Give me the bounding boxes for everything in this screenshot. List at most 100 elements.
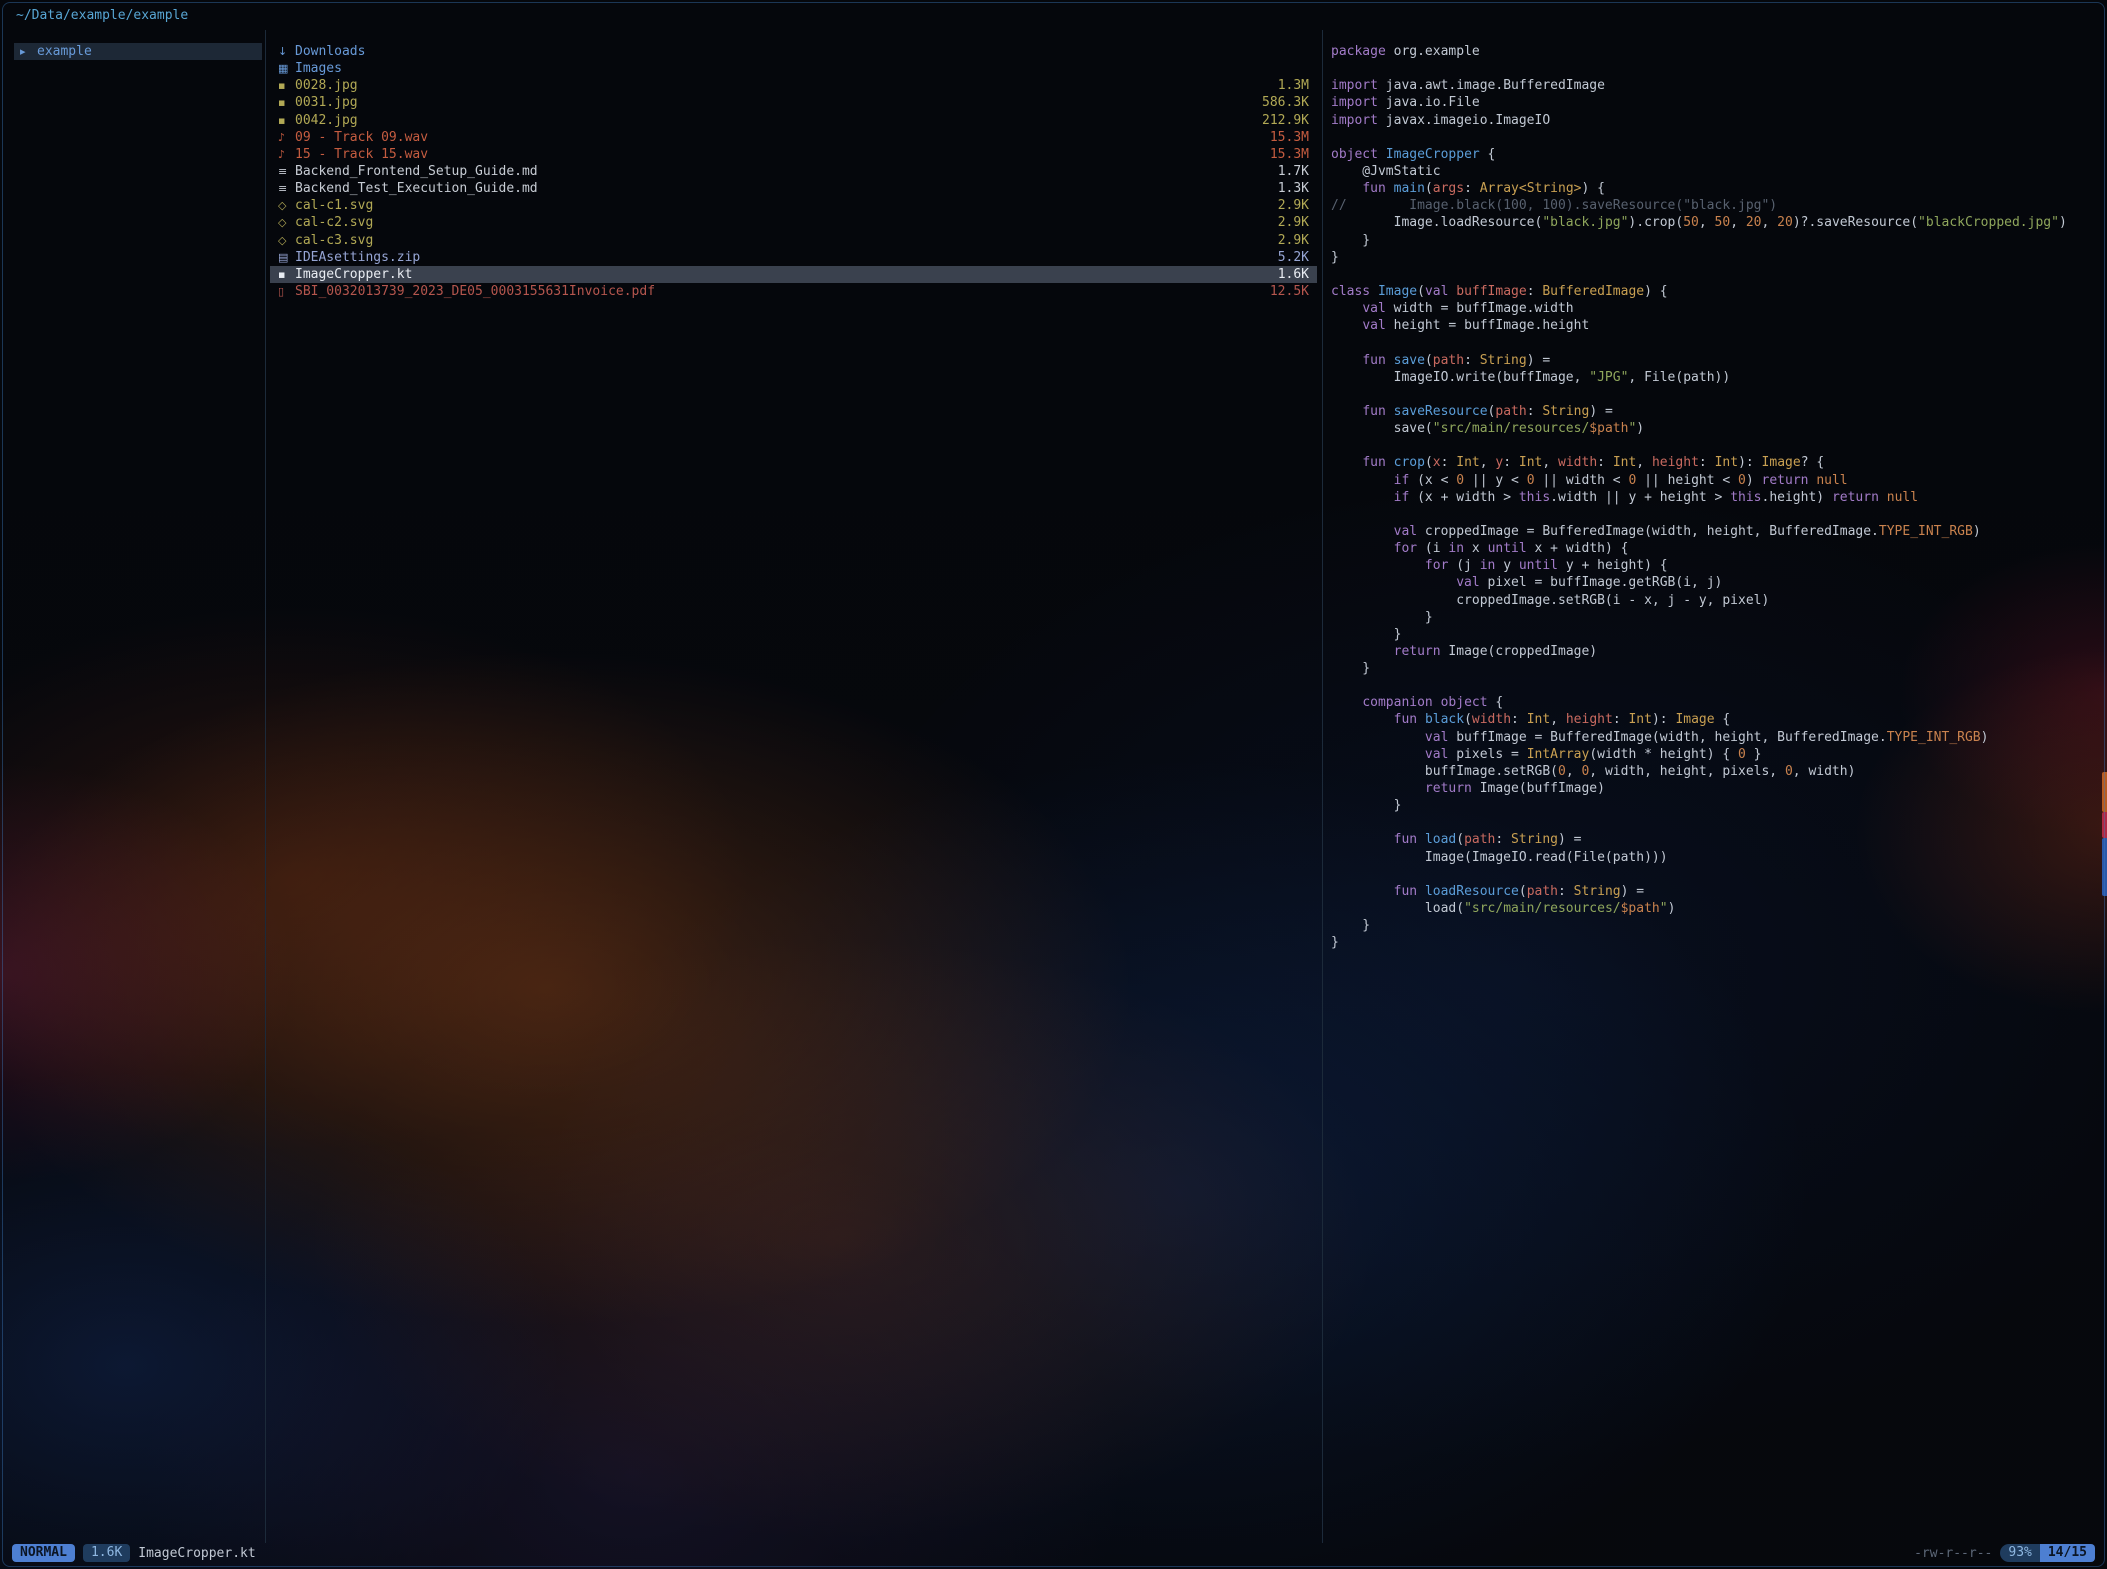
code-line: import java.io.File: [1331, 94, 2101, 111]
code-line: return Image(croppedImage): [1331, 643, 2101, 660]
file-row[interactable]: ▪0031.jpg 586.3K: [270, 94, 1317, 111]
file-list-pane: ↓Downloads▦Images▪0028.jpg1.3M▪0031.jpg5…: [270, 43, 1317, 300]
code-line: fun save(path: String) =: [1331, 352, 2101, 369]
file-size: 1.3M: [1278, 77, 1309, 94]
code-line: }: [1331, 660, 2101, 677]
file-row[interactable]: ◇cal-c3.svg2.9K: [270, 232, 1317, 249]
file-row[interactable]: ▤IDEAsettings.zip5.2K: [270, 249, 1317, 266]
file-row[interactable]: ▪0028.jpg1.3M: [270, 77, 1317, 94]
downloads-folder-icon: ↓: [278, 43, 295, 60]
cursor-position-badge: 14/15: [2040, 1544, 2095, 1562]
image-file-icon: ▪: [278, 112, 295, 129]
file-size: 1.3K: [1278, 180, 1309, 197]
parent-item-example[interactable]: ▸example: [14, 43, 262, 60]
file-name: Backend_Test_Execution_Guide.md: [295, 181, 538, 196]
audio-file-icon: ♪: [278, 146, 295, 163]
code-line: val height = buffImage.height: [1331, 317, 2101, 334]
code-line: class Image(val buffImage: BufferedImage…: [1331, 283, 2101, 300]
code-line: }: [1331, 934, 2101, 951]
parent-directory-pane: ▸example: [14, 43, 262, 60]
folder-icon: ▸: [20, 43, 37, 60]
file-size: 2.9K: [1278, 197, 1309, 214]
file-row[interactable]: ↓Downloads: [270, 43, 1317, 60]
kotlin-file-icon: ▪: [278, 266, 295, 283]
file-row[interactable]: ◇cal-c1.svg 2.9K: [270, 197, 1317, 214]
image-file-icon: ▪: [278, 94, 295, 111]
code-line: import javax.imageio.ImageIO: [1331, 112, 2101, 129]
file-name: IDEAsettings.zip: [295, 250, 420, 265]
markdown-file-icon: ≡: [278, 180, 295, 197]
file-row[interactable]: ≡Backend_Test_Execution_Guide.md 1.3K: [270, 180, 1317, 197]
code-line: }: [1331, 917, 2101, 934]
code-line: load("src/main/resources/$path"): [1331, 900, 2101, 917]
code-line: }: [1331, 249, 2101, 266]
status-filename: ImageCropper.kt: [138, 1546, 255, 1561]
code-line: Image(ImageIO.read(File(path))): [1331, 849, 2101, 866]
file-size-badge: 1.6K: [83, 1544, 130, 1562]
file-name: ImageCropper.kt: [295, 267, 412, 282]
code-line: fun saveResource(path: String) =: [1331, 403, 2101, 420]
file-row-selected[interactable]: ▪ImageCropper.kt 1.6K: [270, 266, 1317, 283]
code-line: [1331, 814, 2101, 831]
parent-item-label: example: [37, 44, 92, 59]
code-line: fun loadResource(path: String) =: [1331, 883, 2101, 900]
file-row[interactable]: ♪15 - Track 15.wav15.3M: [270, 146, 1317, 163]
code-line: val croppedImage = BufferedImage(width, …: [1331, 523, 2101, 540]
code-line: [1331, 129, 2101, 146]
file-name: 0031.jpg: [295, 95, 358, 110]
file-row[interactable]: ≡Backend_Frontend_Setup_Guide.md1.7K: [270, 163, 1317, 180]
code-line: ImageIO.write(buffImage, "JPG", File(pat…: [1331, 369, 2101, 386]
code-line: fun load(path: String) =: [1331, 831, 2101, 848]
file-size: 15.3M: [1270, 146, 1309, 163]
file-row[interactable]: ♪09 - Track 09.wav15.3M: [270, 129, 1317, 146]
wallpaper-edge-glow-blue: [2102, 838, 2107, 896]
svg-file-icon: ◇: [278, 197, 295, 214]
code-line: // Image.black(100, 100).saveResource("b…: [1331, 197, 2101, 214]
wallpaper-edge-glow-red: [2102, 812, 2107, 838]
file-permissions: -rw-r--r--: [1914, 1546, 1992, 1561]
code-line: [1331, 866, 2101, 883]
code-line: for (j in y until y + height) {: [1331, 557, 2101, 574]
file-size: 2.9K: [1278, 214, 1309, 231]
file-row[interactable]: ◇cal-c2.svg2.9K: [270, 214, 1317, 231]
zip-file-icon: ▤: [278, 249, 295, 266]
code-line: val width = buffImage.width: [1331, 300, 2101, 317]
file-size: 2.9K: [1278, 232, 1309, 249]
code-line: Image.loadResource("black.jpg").crop(50,…: [1331, 214, 2101, 231]
code-line: fun main(args: Array<String>) {: [1331, 180, 2101, 197]
code-line: [1331, 506, 2101, 523]
code-line: [1331, 266, 2101, 283]
code-line: buffImage.setRGB(0, 0, width, height, pi…: [1331, 763, 2101, 780]
code-line: }: [1331, 232, 2101, 249]
images-folder-icon: ▦: [278, 60, 295, 77]
file-row[interactable]: ▦Images: [270, 60, 1317, 77]
code-line: save("src/main/resources/$path"): [1331, 420, 2101, 437]
file-name: cal-c2.svg: [295, 215, 373, 230]
code-line: [1331, 386, 2101, 403]
audio-file-icon: ♪: [278, 129, 295, 146]
file-name: cal-c1.svg: [295, 198, 373, 213]
code-line: if (x < 0 || y < 0 || width < 0 || heigh…: [1331, 472, 2101, 489]
pane-separator-left: [265, 30, 266, 1543]
file-name: SBI_0032013739_2023_DE05_0003155631Invoi…: [295, 284, 655, 299]
file-size: 1.6K: [1278, 266, 1309, 283]
wallpaper-edge-glow-orange: [2102, 772, 2107, 812]
file-name: Backend_Frontend_Setup_Guide.md: [295, 164, 538, 179]
file-row[interactable]: ▯SBI_0032013739_2023_DE05_0003155631Invo…: [270, 283, 1317, 300]
code-line: fun black(width: Int, height: Int): Imag…: [1331, 711, 2101, 728]
code-line: companion object {: [1331, 694, 2101, 711]
code-line: if (x + width > this.width || y + height…: [1331, 489, 2101, 506]
file-name: 0028.jpg: [295, 78, 358, 93]
code-line: [1331, 334, 2101, 351]
file-size: 12.5K: [1270, 283, 1309, 300]
code-line: croppedImage.setRGB(i - x, j - y, pixel): [1331, 592, 2101, 609]
file-preview-pane: package org.example import java.awt.imag…: [1331, 43, 2101, 951]
file-size: 586.3K: [1262, 94, 1309, 111]
code-line: }: [1331, 609, 2101, 626]
code-line: [1331, 60, 2101, 77]
code-line: for (i in x until x + width) {: [1331, 540, 2101, 557]
code-line: fun crop(x: Int, y: Int, width: Int, hei…: [1331, 454, 2101, 471]
file-row[interactable]: ▪0042.jpg212.9K: [270, 112, 1317, 129]
pane-separator-right: [1322, 30, 1323, 1543]
code-line: [1331, 437, 2101, 454]
